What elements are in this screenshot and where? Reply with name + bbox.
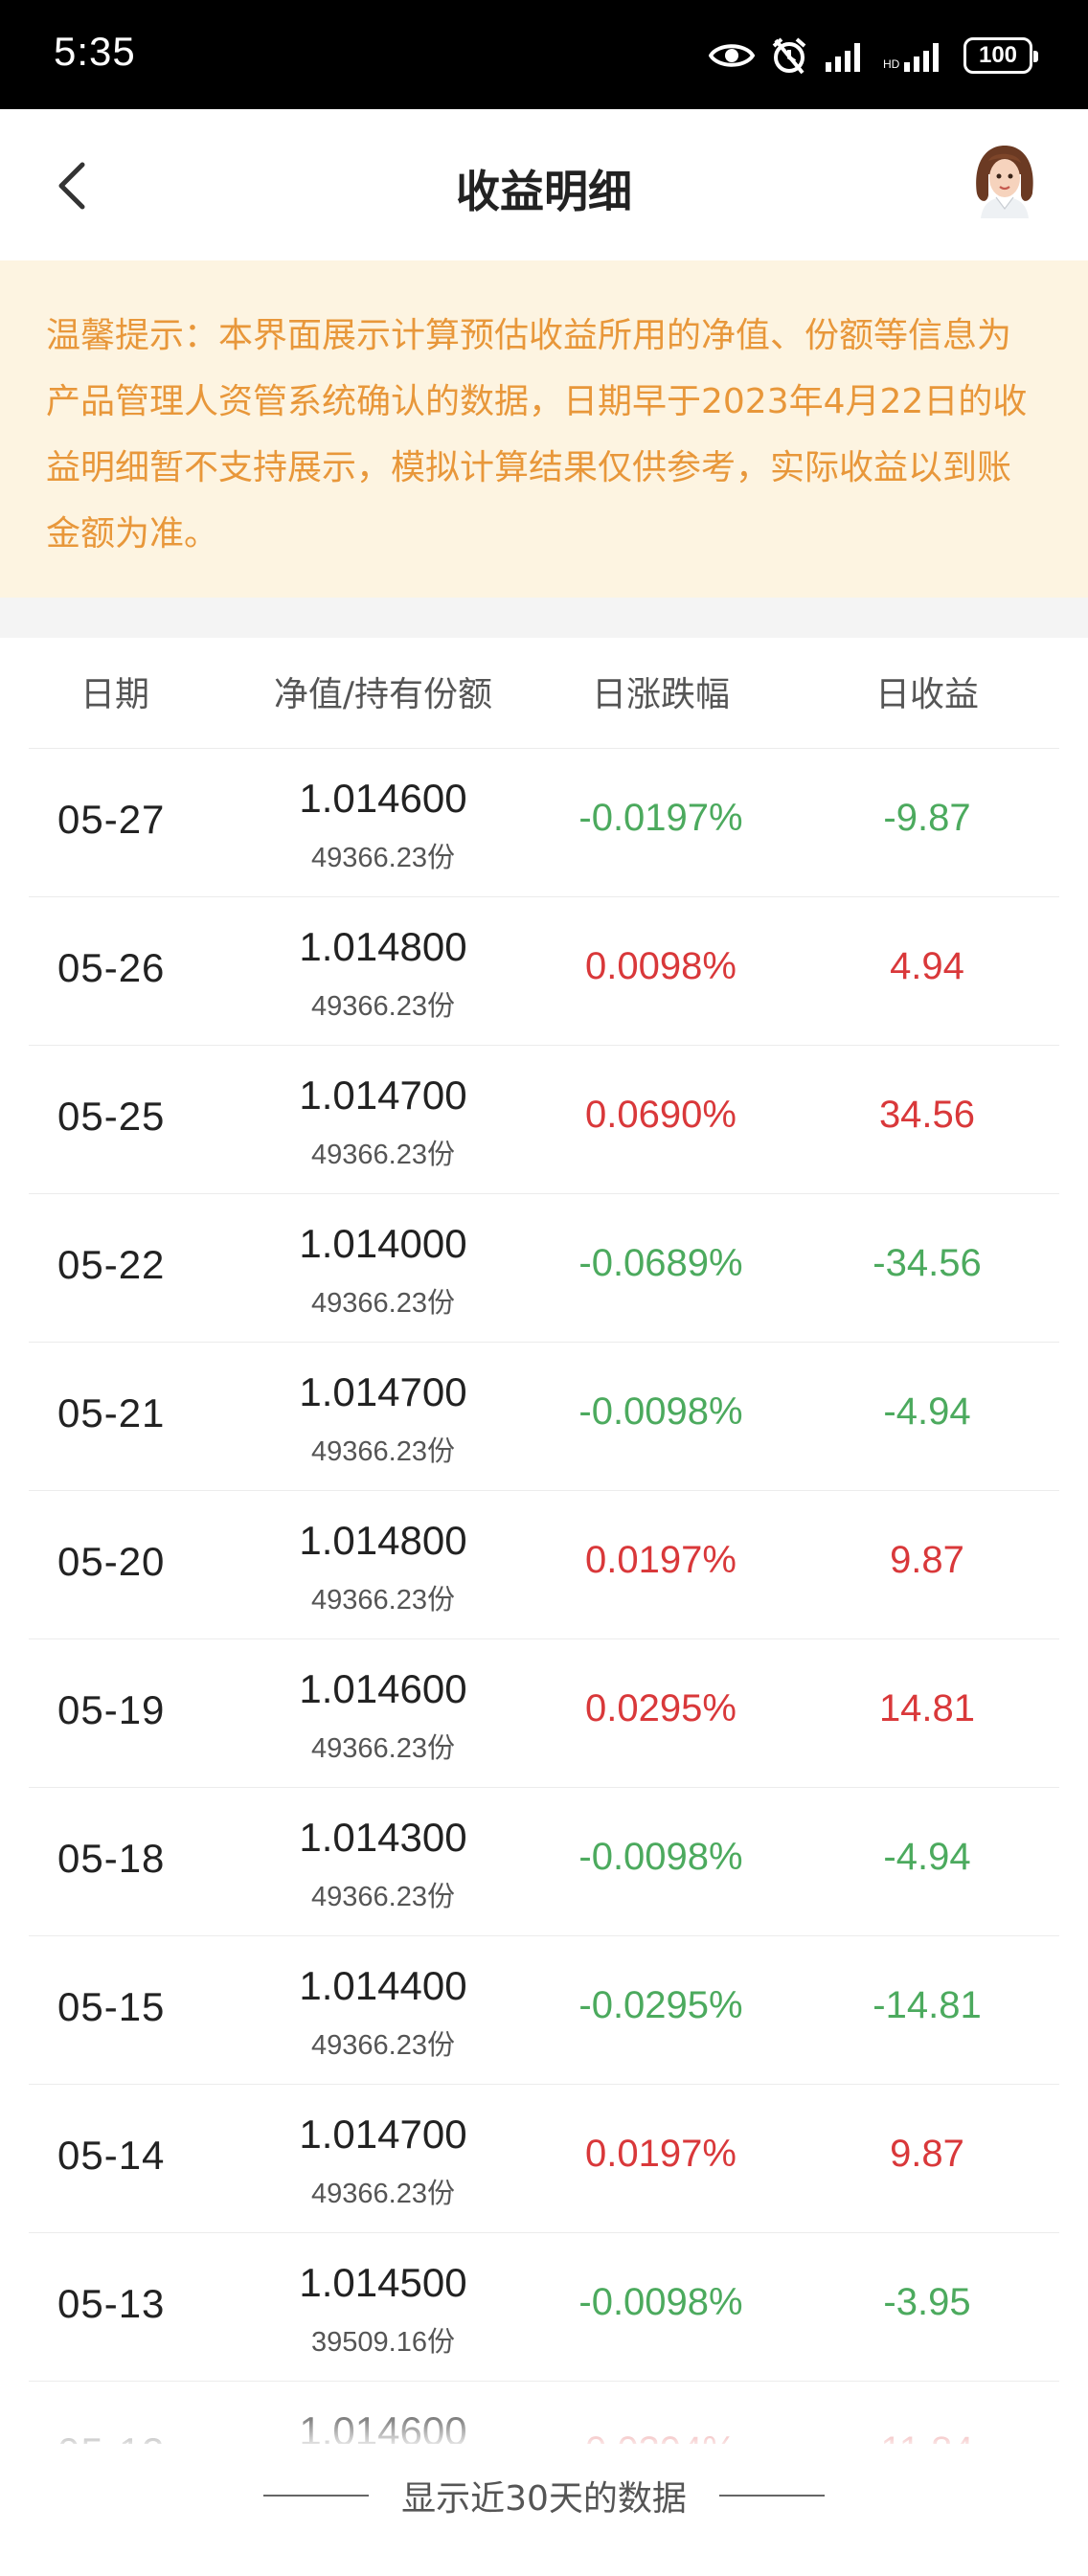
row-shares: 49366.23份 xyxy=(311,1288,455,1319)
table-row[interactable]: 05-21 1.014700 49366.23份 -0.0098% -4.94 xyxy=(29,1343,1059,1491)
row-nav: 1.014400 xyxy=(299,1963,467,2008)
table-row[interactable]: 05-14 1.014700 49366.23份 0.0197% 9.87 xyxy=(29,2085,1059,2233)
section-divider xyxy=(0,598,1088,638)
row-nav: 1.014700 xyxy=(299,2112,467,2157)
row-nav: 1.014000 xyxy=(299,1221,467,1266)
row-date: 05-14 xyxy=(57,2133,166,2178)
table-row[interactable]: 05-20 1.014800 49366.23份 0.0197% 9.87 xyxy=(29,1491,1059,1639)
column-header-nav-shares: 净值/持有份额 xyxy=(273,675,493,714)
row-daily-change: 0.0098% xyxy=(585,945,737,987)
row-daily-income: -3.95 xyxy=(883,2281,971,2323)
column-header-daily-change: 日涨跌幅 xyxy=(591,675,730,714)
row-daily-income: 4.94 xyxy=(890,945,964,987)
battery-icon: 100 xyxy=(963,37,1038,74)
battery-level: 100 xyxy=(978,42,1018,68)
header: 收益明细 xyxy=(0,109,1088,260)
row-daily-income: -14.81 xyxy=(873,1984,982,2026)
table-row[interactable]: 05-25 1.014700 49366.23份 0.0690% 34.56 xyxy=(29,1046,1059,1194)
row-shares: 49366.23份 xyxy=(311,1733,455,1764)
footer-divider-right xyxy=(718,2495,825,2497)
row-daily-income: -34.56 xyxy=(873,1242,982,1284)
svg-text:HD: HD xyxy=(883,57,900,71)
row-nav: 1.014800 xyxy=(299,924,467,969)
row-date: 05-18 xyxy=(57,1836,166,1881)
row-daily-income: 9.87 xyxy=(890,2133,964,2175)
row-date: 05-13 xyxy=(57,2281,166,2326)
row-nav: 1.014700 xyxy=(299,1073,467,1118)
signal-icon: HD xyxy=(883,43,939,72)
row-shares: 49366.23份 xyxy=(311,1585,455,1616)
page: 5:35 HD 100 收益明细 温馨提示：本界面展示计算预估收益所用的净值、份… xyxy=(0,0,1088,2576)
row-shares: 49366.23份 xyxy=(311,1436,455,1467)
row-daily-income: 14.81 xyxy=(878,1687,976,1729)
row-daily-change: 0.0690% xyxy=(585,1094,737,1136)
row-daily-change: -0.0197% xyxy=(578,797,743,839)
row-nav: 1.014500 xyxy=(299,2260,467,2305)
row-date: 05-25 xyxy=(57,1094,166,1139)
status-time: 5:35 xyxy=(54,29,136,74)
row-daily-income: -9.87 xyxy=(883,797,971,839)
row-daily-income: -4.94 xyxy=(883,1836,971,1878)
row-nav: 1.014300 xyxy=(299,1815,467,1860)
row-daily-change: -0.0098% xyxy=(578,1390,743,1433)
row-shares: 49366.23份 xyxy=(311,1882,455,1912)
row-date: 05-21 xyxy=(57,1390,166,1435)
footer-text: 显示近30天的数据 xyxy=(401,2479,687,2519)
table-row[interactable]: 05-13 1.014500 39509.16份 -0.0098% -3.95 xyxy=(29,2233,1059,2382)
row-daily-change: -0.0098% xyxy=(578,2281,743,2323)
row-shares: 39509.16份 xyxy=(311,2327,455,2358)
row-date: 05-22 xyxy=(57,1242,166,1287)
row-date: 05-26 xyxy=(57,945,166,990)
table-row[interactable]: 05-26 1.014800 49366.23份 0.0098% 4.94 xyxy=(29,897,1059,1046)
column-header-daily-income: 日收益 xyxy=(874,675,979,714)
row-daily-change: -0.0098% xyxy=(578,1836,743,1878)
row-nav: 1.014600 xyxy=(299,1666,467,1711)
row-date: 05-27 xyxy=(57,797,166,842)
signal-icon xyxy=(826,43,860,72)
table-row[interactable]: 05-18 1.014300 49366.23份 -0.0098% -4.94 xyxy=(29,1788,1059,1936)
row-daily-change: -0.0689% xyxy=(578,1242,743,1284)
row-daily-income: 9.87 xyxy=(890,1539,964,1581)
table-row[interactable]: 05-22 1.014000 49366.23份 -0.0689% -34.56 xyxy=(29,1194,1059,1343)
row-daily-change: 0.0197% xyxy=(585,1539,737,1581)
row-nav: 1.014800 xyxy=(299,1518,467,1563)
row-shares: 49366.23份 xyxy=(311,843,455,873)
row-daily-change: 0.0197% xyxy=(585,2133,737,2175)
row-shares: 49366.23份 xyxy=(311,991,455,1022)
table-row[interactable]: 05-27 1.014600 49366.23份 -0.0197% -9.87 xyxy=(29,749,1059,897)
footer: 显示近30天的数据 xyxy=(0,2444,1088,2547)
table-row[interactable]: 05-15 1.014400 49366.23份 -0.0295% -14.81 xyxy=(29,1936,1059,2085)
row-daily-change: -0.0295% xyxy=(578,1984,743,2026)
row-shares: 49366.23份 xyxy=(311,1140,455,1170)
eye-icon xyxy=(709,44,755,67)
avatar[interactable] xyxy=(963,136,1046,218)
row-daily-income: -4.94 xyxy=(883,1390,971,1433)
notice-banner: 温馨提示：本界面展示计算预估收益所用的净值、份额等信息为产品管理人资管系统确认的… xyxy=(0,260,1088,598)
status-bar: 5:35 HD 100 xyxy=(0,0,1088,109)
row-nav: 1.014600 xyxy=(299,776,467,821)
row-date: 05-19 xyxy=(57,1687,166,1732)
alarm-icon xyxy=(772,37,806,75)
row-shares: 49366.23份 xyxy=(311,2179,455,2209)
column-header-date: 日期 xyxy=(79,675,149,714)
table-body: 05-27 1.014600 49366.23份 -0.0197% -9.87 05-26… xyxy=(29,749,1059,2444)
row-daily-income: 34.56 xyxy=(878,1094,976,1136)
table-row[interactable]: 05-19 1.014600 49366.23份 0.0295% 14.81 xyxy=(29,1639,1059,1788)
status-icons: HD 100 xyxy=(709,34,1038,77)
row-nav: 1.014700 xyxy=(299,1369,467,1414)
row-daily-change: 0.0295% xyxy=(585,1687,737,1729)
page-title: 收益明细 xyxy=(456,166,632,217)
gesture-bar xyxy=(0,2547,1088,2576)
row-date: 05-15 xyxy=(57,1984,166,2029)
row-date: 05-20 xyxy=(57,1539,166,1584)
footer-divider-left xyxy=(263,2495,370,2497)
table-header: 日期 净值/持有份额 日涨跌幅 日收益 xyxy=(29,638,1059,749)
scroll-fade xyxy=(0,2394,1088,2452)
notice-text: 温馨提示：本界面展示计算预估收益所用的净值、份额等信息为产品管理人资管系统确认的… xyxy=(46,316,1028,554)
row-shares: 49366.23份 xyxy=(311,2030,455,2061)
